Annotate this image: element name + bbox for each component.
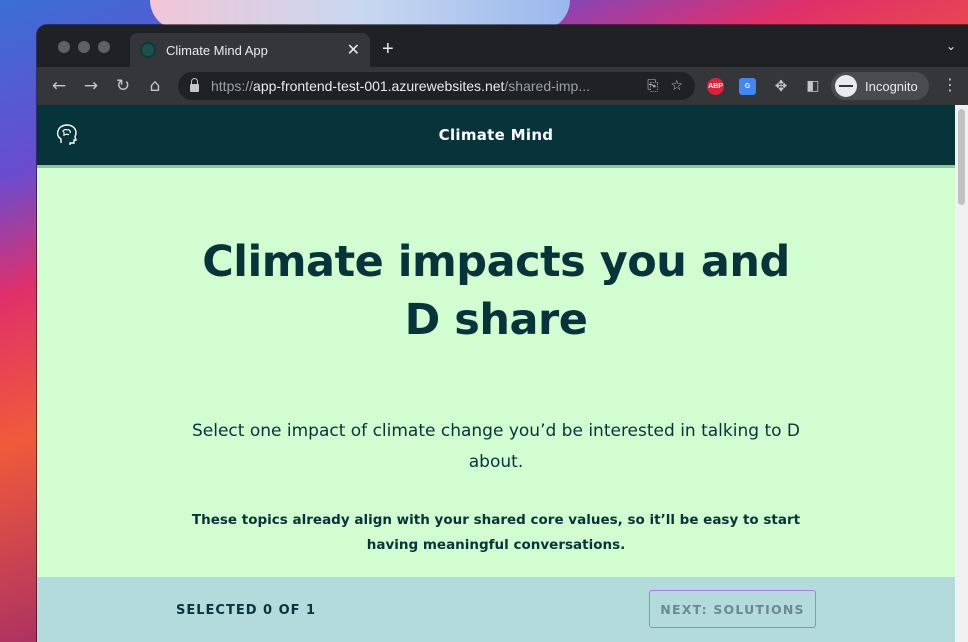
app-header: Climate Mind [37,105,955,168]
window-minimize-icon[interactable] [78,41,90,53]
forward-arrow-icon[interactable]: → [80,75,102,97]
incognito-icon [835,75,857,97]
new-tab-button[interactable]: + [382,38,394,61]
extensions-puzzle-icon[interactable]: ✥ [770,75,792,97]
headline-line-1: Climate impacts you and [202,237,790,287]
headline-line-2: D share [404,295,588,345]
address-bar[interactable]: https://app-frontend-test-001.azurewebsi… [178,72,695,100]
tab-title: Climate Mind App [166,42,268,58]
scrollbar-thumb[interactable] [958,109,965,205]
next-solutions-button[interactable]: NEXT: SOLUTIONS [649,590,816,628]
side-panel-icon[interactable]: ◧ [802,75,824,97]
url-path: /shared-imp... [504,78,590,94]
browser-menu-icon[interactable]: ⋮ [942,75,958,94]
tab-close-icon[interactable]: ✕ [347,42,360,58]
window-close-icon[interactable] [58,41,70,53]
lock-icon [190,78,199,92]
browser-tab[interactable]: Climate Mind App ✕ [130,33,370,67]
translate-page-icon[interactable]: ⎘ [647,78,658,94]
abp-icon[interactable]: ABP [707,78,724,95]
climate-mind-favicon-icon [140,42,156,58]
bookmark-star-icon[interactable]: ☆ [670,78,683,94]
url-text[interactable]: https://app-frontend-test-001.azurewebsi… [211,78,635,94]
selection-footer: SELECTED 0 OF 1 NEXT: SOLUTIONS [37,577,955,642]
reload-icon[interactable]: ↻ [112,75,134,97]
browser-toolbar: ← → ↻ ⌂ https://app-frontend-test-001.az… [37,67,968,105]
tab-search-chevron-icon[interactable]: ⌄ [946,39,956,53]
incognito-profile-button[interactable]: Incognito [831,72,929,100]
google-translate-icon[interactable]: G [739,78,756,95]
app-title: Climate Mind [438,126,554,144]
browser-window: Climate Mind App ✕ + ⌄ ← → ↻ ⌂ https://a… [37,25,968,642]
page-headline: Climate impacts you and D share [177,233,815,349]
home-icon[interactable]: ⌂ [144,75,166,97]
page-note: These topics already align with your sha… [191,512,801,553]
browser-titlebar: Climate Mind App ✕ + ⌄ [37,25,968,67]
window-zoom-icon[interactable] [98,41,110,53]
selected-count: SELECTED 0 OF 1 [176,603,317,618]
page-scrollbar[interactable] [955,105,968,642]
page-subtitle: Select one impact of climate change you’… [191,421,800,472]
url-host: https://app-frontend-test-001.azurewebsi… [211,78,505,94]
back-arrow-icon[interactable]: ← [48,75,70,97]
page-viewport: Climate Mind Climate impacts you and D s… [37,105,968,642]
incognito-label: Incognito [865,78,918,94]
